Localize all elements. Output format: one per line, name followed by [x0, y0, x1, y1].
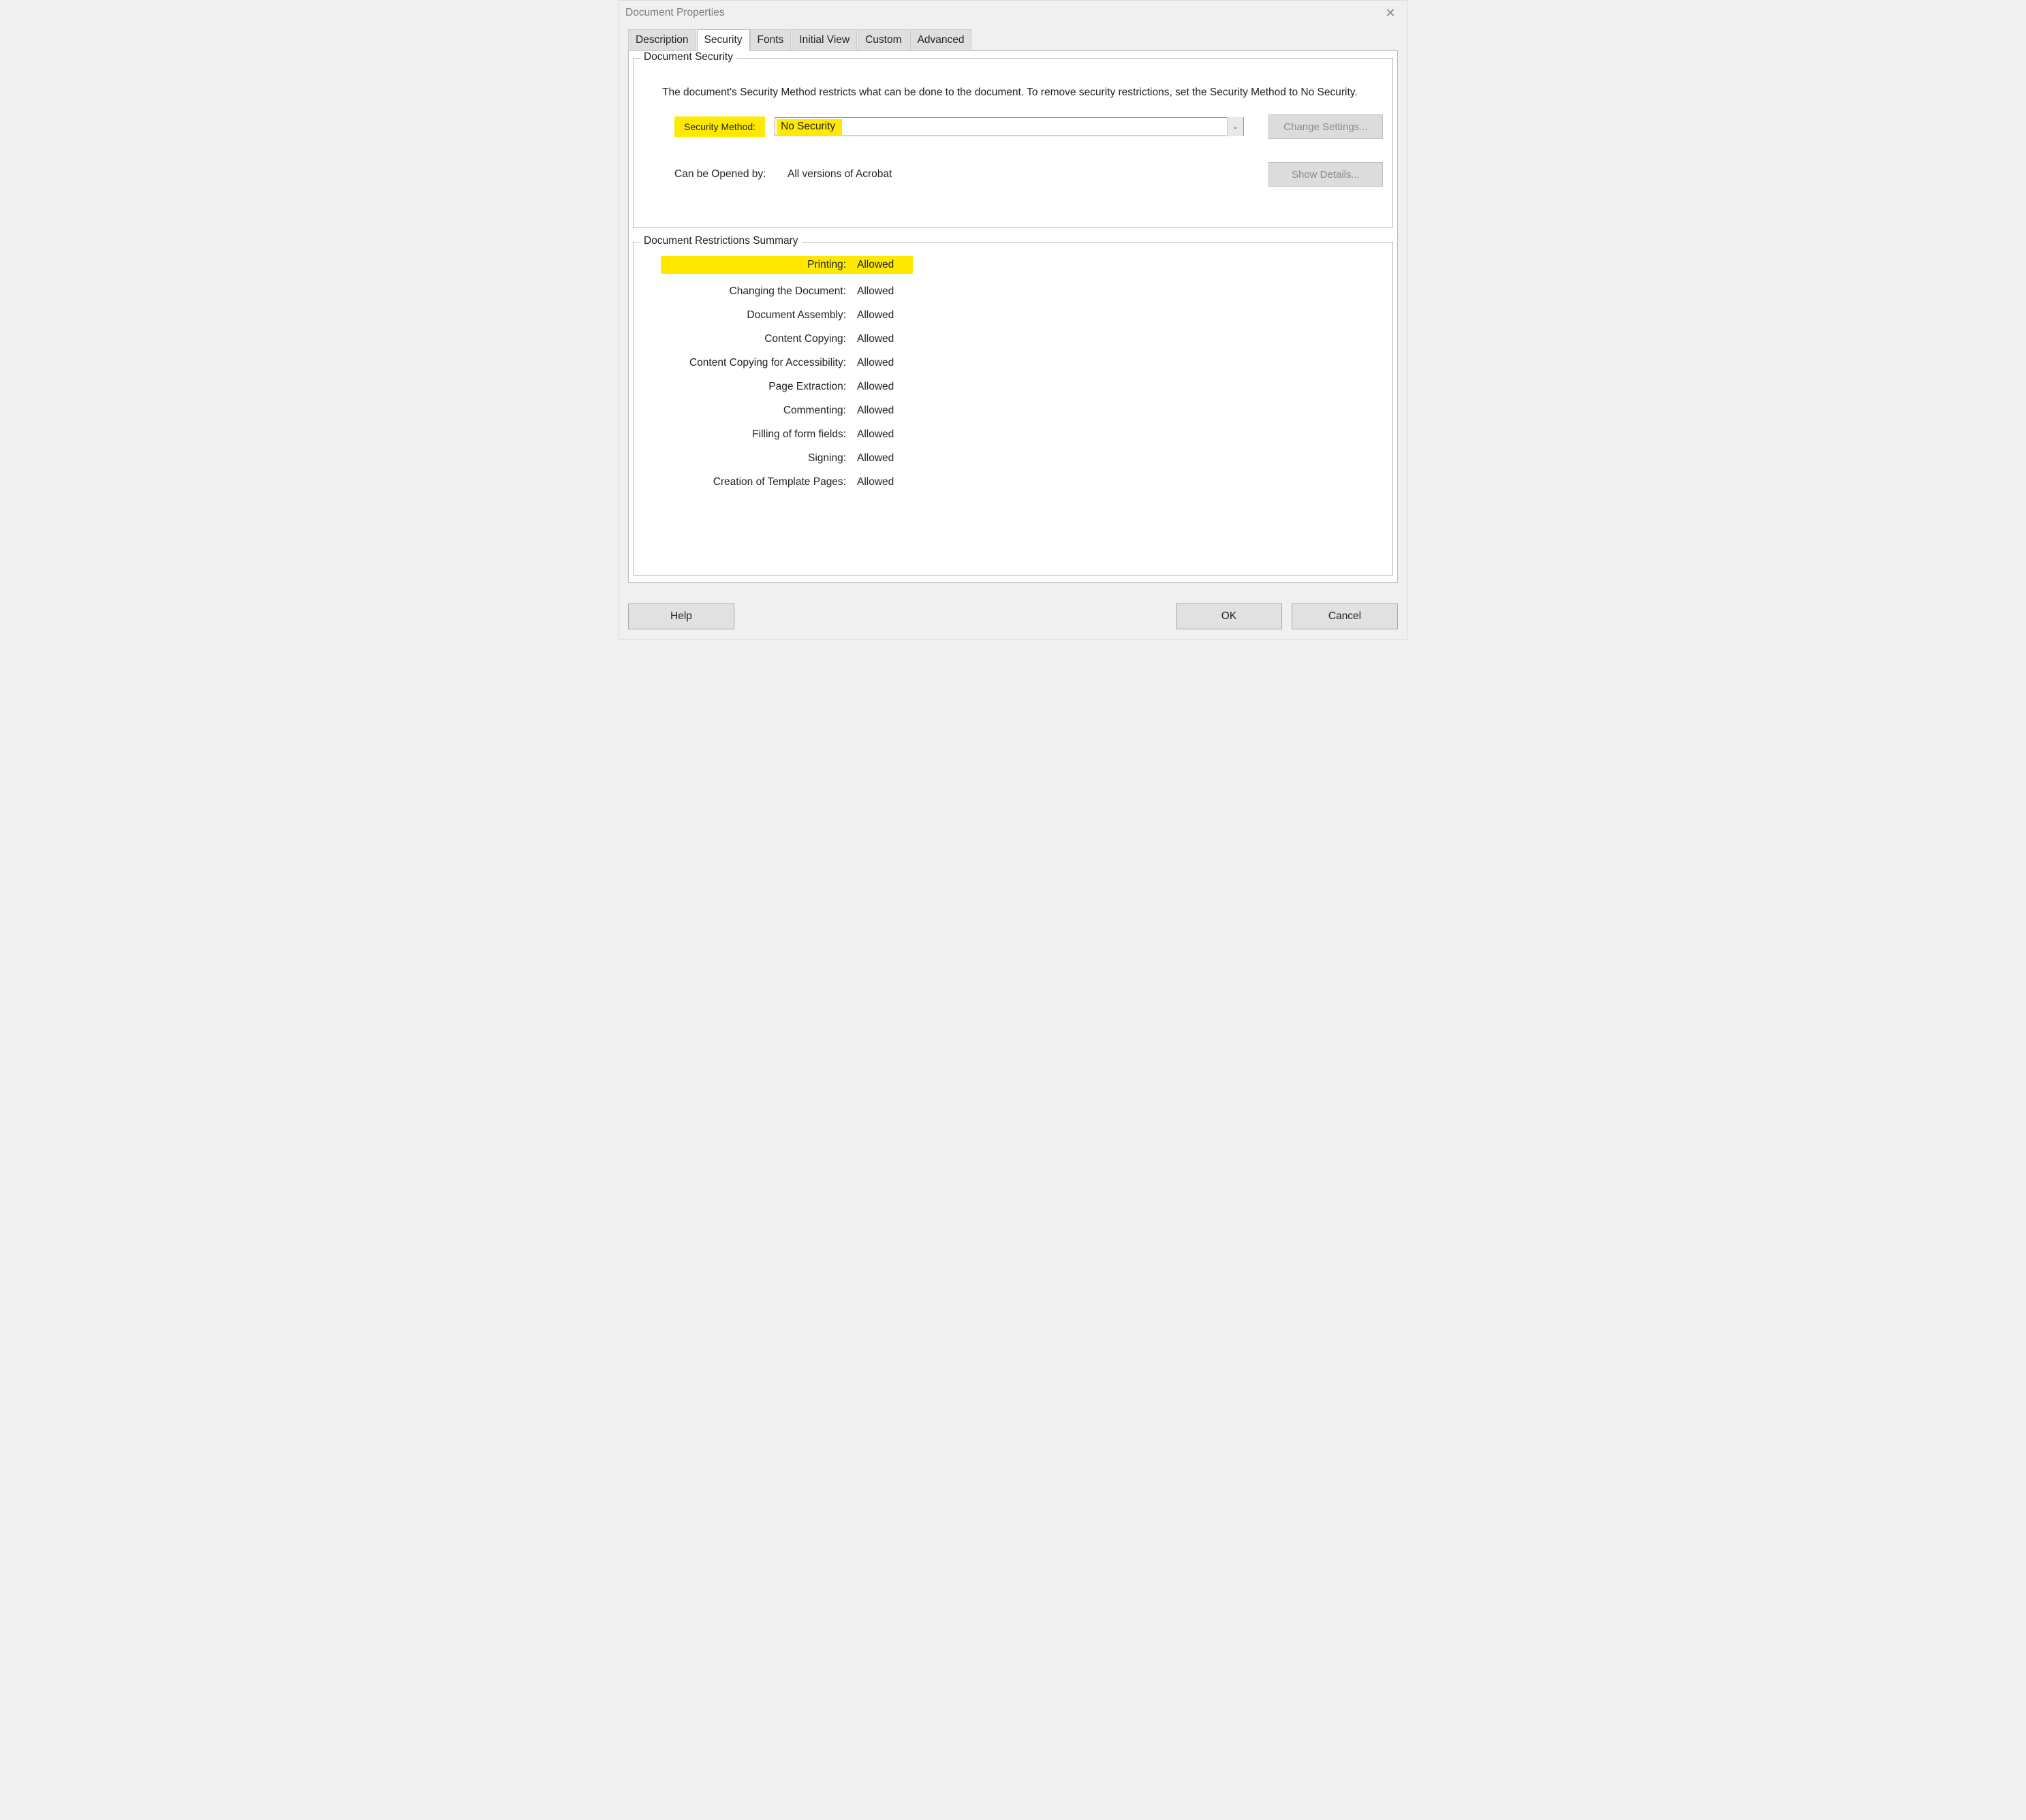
- tab-strip: Description Security Fonts Initial View …: [619, 25, 1407, 51]
- document-properties-dialog: Document Properties ✕ Description Securi…: [618, 0, 1408, 640]
- ok-button[interactable]: OK: [1176, 603, 1282, 629]
- restrictions-summary-group: Document Restrictions Summary Printing:A…: [633, 242, 1393, 576]
- can-open-label: Can be Opened by:: [674, 168, 778, 181]
- restriction-label: Content Copying:: [661, 333, 852, 345]
- tab-advanced[interactable]: Advanced: [910, 29, 972, 51]
- restriction-row: Content Copying for Accessibility:Allowe…: [661, 357, 1383, 369]
- restriction-row: Changing the Document:Allowed: [661, 285, 1383, 298]
- document-security-group: Document Security The document's Securit…: [633, 58, 1393, 228]
- security-instructions: The document's Security Method restricts…: [643, 68, 1383, 108]
- restriction-label: Creation of Template Pages:: [661, 476, 852, 488]
- show-details-button[interactable]: Show Details...: [1268, 162, 1383, 187]
- restriction-value: Allowed: [852, 256, 913, 274]
- security-method-value: No Security: [777, 119, 842, 135]
- security-method-select[interactable]: No Security ⌄: [775, 117, 1244, 136]
- restriction-label: Content Copying for Accessibility:: [661, 357, 852, 369]
- restriction-label: Printing:: [661, 256, 852, 274]
- help-button[interactable]: Help: [628, 603, 734, 629]
- restriction-row: Page Extraction:Allowed: [661, 381, 1383, 393]
- restriction-row: Creation of Template Pages:Allowed: [661, 476, 1383, 488]
- restrictions-summary-legend: Document Restrictions Summary: [640, 235, 802, 247]
- restriction-row: Filling of form fields:Allowed: [661, 428, 1383, 441]
- restriction-label: Changing the Document:: [661, 285, 852, 298]
- restriction-value: Allowed: [852, 405, 894, 417]
- security-method-label-highlight: Security Method:: [674, 116, 765, 137]
- restriction-label: Page Extraction:: [661, 381, 852, 393]
- restriction-row: Document Assembly:Allowed: [661, 309, 1383, 321]
- restriction-value: Allowed: [852, 452, 894, 465]
- tab-fonts[interactable]: Fonts: [750, 29, 792, 51]
- restrictions-summary-grid: Printing:AllowedChanging the Document:Al…: [661, 256, 1383, 488]
- chevron-down-icon[interactable]: ⌄: [1227, 117, 1243, 136]
- tab-custom[interactable]: Custom: [858, 29, 909, 51]
- restriction-row: Printing:Allowed: [661, 256, 1383, 274]
- restriction-row: Content Copying:Allowed: [661, 333, 1383, 345]
- tab-description[interactable]: Description: [628, 29, 696, 51]
- restriction-label: Document Assembly:: [661, 309, 852, 321]
- restriction-label: Commenting:: [661, 405, 852, 417]
- change-settings-button[interactable]: Change Settings...: [1268, 114, 1383, 139]
- restriction-label: Signing:: [661, 452, 852, 465]
- tab-security[interactable]: Security: [697, 29, 750, 51]
- document-security-legend: Document Security: [640, 51, 736, 63]
- restriction-value: Allowed: [852, 476, 894, 488]
- restriction-row: Commenting:Allowed: [661, 405, 1383, 417]
- can-open-value: All versions of Acrobat: [788, 168, 1244, 181]
- cancel-button[interactable]: Cancel: [1292, 603, 1398, 629]
- restriction-value: Allowed: [852, 381, 894, 393]
- security-method-label: Security Method:: [684, 121, 755, 132]
- restriction-value: Allowed: [852, 285, 894, 298]
- restriction-value: Allowed: [852, 309, 894, 321]
- window-title: Document Properties: [625, 7, 725, 19]
- restriction-value: Allowed: [852, 428, 894, 441]
- dialog-footer: Help OK Cancel: [619, 593, 1407, 639]
- restriction-label: Filling of form fields:: [661, 428, 852, 441]
- tab-initial-view[interactable]: Initial View: [792, 29, 857, 51]
- restriction-row: Signing:Allowed: [661, 452, 1383, 465]
- title-bar: Document Properties ✕: [619, 1, 1407, 25]
- restriction-value: Allowed: [852, 357, 894, 369]
- restriction-value: Allowed: [852, 333, 894, 345]
- close-icon[interactable]: ✕: [1380, 3, 1401, 23]
